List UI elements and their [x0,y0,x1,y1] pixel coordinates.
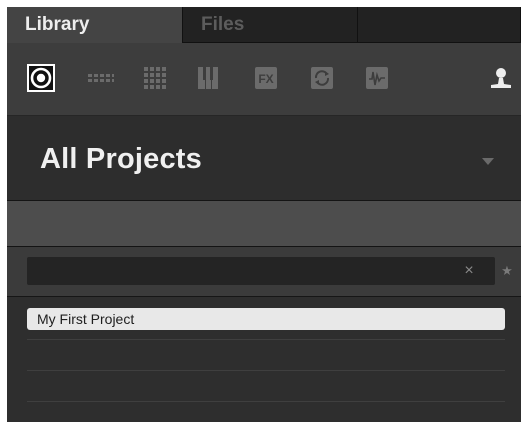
tab-empty[interactable] [358,7,521,43]
tab-files[interactable]: Files [183,7,358,43]
search-input[interactable] [27,257,495,285]
svg-text:FX: FX [258,72,273,86]
search-row: × ★ [7,247,521,297]
user-icon[interactable] [487,64,515,92]
divider [27,370,505,371]
divider [27,339,505,340]
sounds-icon[interactable] [141,64,169,92]
project-icon[interactable] [27,64,55,92]
groups-icon[interactable] [87,64,115,92]
one-shots-icon[interactable] [363,64,391,92]
list-item[interactable]: My First Project [27,308,505,330]
loops-icon[interactable] [308,64,336,92]
tab-library[interactable]: Library [7,7,183,43]
instruments-icon[interactable] [194,64,222,92]
effects-icon[interactable]: FX [252,64,280,92]
results-list: My First Project [7,297,521,422]
results-header: All Projects [7,115,521,201]
browser-panel: Library Files FX All Projects × ★ My Fir… [7,7,521,422]
divider [27,401,505,402]
favorites-star-icon[interactable]: ★ [498,260,516,282]
chevron-down-icon[interactable] [482,158,494,165]
content-type-bar: FX [7,43,521,115]
tag-filter-bar[interactable] [7,201,521,247]
tab-bar: Library Files [7,7,521,43]
clear-search-icon[interactable]: × [459,260,479,282]
page-title: All Projects [40,143,202,175]
